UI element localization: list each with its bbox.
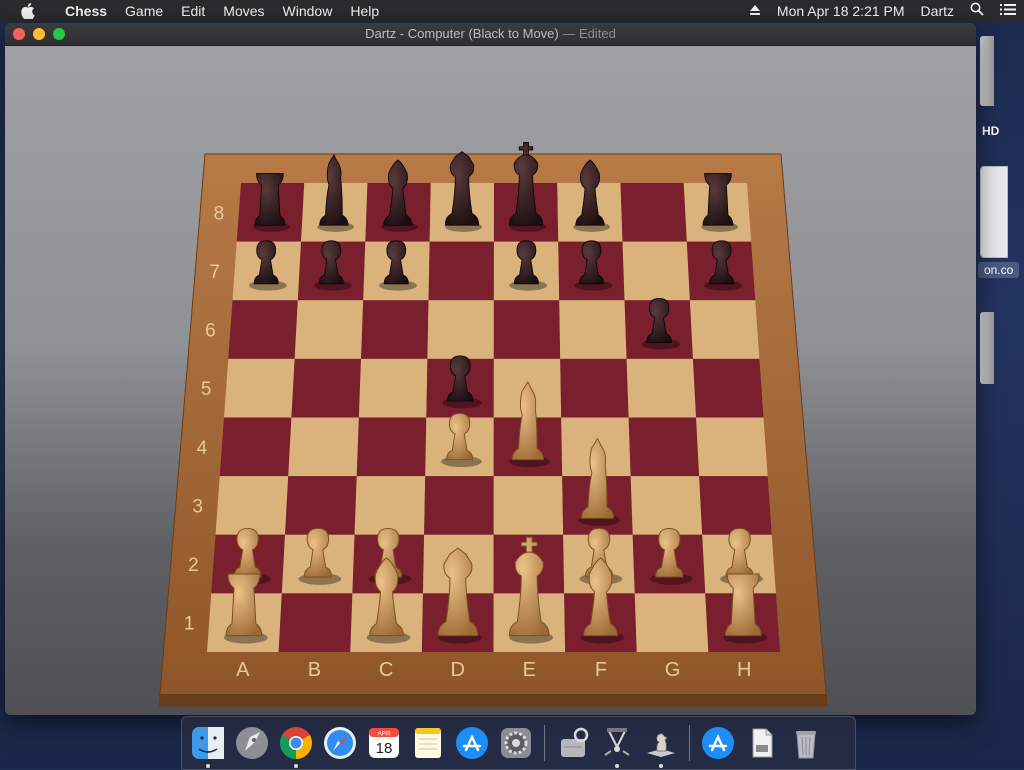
finder-icon[interactable] xyxy=(188,723,228,768)
file-label: D xyxy=(450,659,464,681)
notes-icon[interactable] xyxy=(408,723,448,763)
square-a5[interactable] xyxy=(224,358,295,418)
desktop-drive-label: HD xyxy=(982,124,1000,138)
chess-icon[interactable] xyxy=(641,723,681,768)
file-label: H xyxy=(737,659,751,681)
title-bar[interactable]: Dartz - Computer (Black to Move) — Edite… xyxy=(5,23,976,46)
square-g7[interactable] xyxy=(622,241,690,301)
menu-help[interactable]: Help xyxy=(341,0,388,22)
screenshot-icon[interactable] xyxy=(597,723,637,768)
square-d7[interactable] xyxy=(428,241,494,301)
file-label: E xyxy=(523,659,536,681)
rank-label: 3 xyxy=(192,496,203,517)
file-label: F xyxy=(595,659,607,681)
desktop-drive-icon[interactable] xyxy=(980,36,994,106)
square-h3[interactable] xyxy=(699,476,772,535)
square-b6[interactable] xyxy=(294,300,364,359)
calendar-month: APR xyxy=(377,731,391,738)
square-h6[interactable] xyxy=(689,300,760,359)
dock: APR 18 xyxy=(181,716,856,770)
dock-separator xyxy=(689,725,690,761)
square-a6[interactable] xyxy=(228,300,298,359)
running-indicator xyxy=(659,764,663,768)
rank-label: 8 xyxy=(214,203,225,224)
menu-window[interactable]: Window xyxy=(274,0,342,22)
square-b5[interactable] xyxy=(291,358,362,418)
eject-icon[interactable] xyxy=(741,0,769,22)
square-c6[interactable] xyxy=(361,300,429,359)
menu-user[interactable]: Dartz xyxy=(913,0,962,22)
trash-icon[interactable] xyxy=(786,723,826,763)
desktop-drive2-icon[interactable] xyxy=(980,312,994,384)
system-preferences-icon[interactable] xyxy=(496,723,536,763)
menu-bar: Chess Game Edit Moves Window Help Mon Ap… xyxy=(0,0,1024,22)
rank-label: 7 xyxy=(209,262,220,283)
running-indicator xyxy=(615,764,619,768)
rank-label: 5 xyxy=(201,379,212,400)
square-f6[interactable] xyxy=(559,300,627,359)
square-c3[interactable] xyxy=(354,476,426,535)
square-a3[interactable] xyxy=(215,476,289,535)
chess-board[interactable]: A B C D E F G H 1 2 3 4 5 6 7 8 xyxy=(5,46,976,715)
square-h5[interactable] xyxy=(692,358,764,418)
square-g5[interactable] xyxy=(626,358,697,418)
file-label: C xyxy=(379,659,393,681)
chrome-icon[interactable] xyxy=(276,723,316,768)
square-b3[interactable] xyxy=(285,476,357,535)
file-label: A xyxy=(236,659,250,681)
menu-moves[interactable]: Moves xyxy=(214,0,273,22)
rank-label: 2 xyxy=(188,555,199,576)
chess-window: Dartz - Computer (Black to Move) — Edite… xyxy=(5,23,976,715)
square-f5[interactable] xyxy=(560,358,629,418)
square-d3[interactable] xyxy=(424,476,494,535)
calendar-day: 18 xyxy=(376,740,393,757)
disk-utility-icon[interactable] xyxy=(553,723,593,763)
dock-separator xyxy=(544,725,545,761)
list-icon[interactable] xyxy=(992,0,1024,22)
square-b1[interactable] xyxy=(278,593,353,652)
square-d6[interactable] xyxy=(427,300,494,359)
desktop-file-label: on.co xyxy=(978,262,1020,278)
apple-icon[interactable] xyxy=(0,3,56,19)
square-g3[interactable] xyxy=(630,476,703,535)
square-g4[interactable] xyxy=(628,417,700,477)
document-icon[interactable] xyxy=(742,723,782,763)
running-indicator xyxy=(206,764,210,768)
window-title: Dartz - Computer (Black to Move) — Edite… xyxy=(5,23,976,45)
window-title-main: Dartz - Computer (Black to Move) xyxy=(365,26,559,41)
menu-game[interactable]: Game xyxy=(116,0,172,22)
desktop-file-icon[interactable] xyxy=(980,166,1008,258)
rank-label: 6 xyxy=(205,321,216,342)
square-a4[interactable] xyxy=(219,417,292,477)
launchpad-icon[interactable] xyxy=(232,723,272,763)
square-c5[interactable] xyxy=(358,358,428,418)
menu-edit[interactable]: Edit xyxy=(172,0,214,22)
rank-label: 4 xyxy=(197,438,208,459)
safari-icon[interactable] xyxy=(320,723,360,763)
board-scene: A B C D E F G H 1 2 3 4 5 6 7 8 xyxy=(5,46,976,715)
square-g8[interactable] xyxy=(620,183,687,242)
square-e3[interactable] xyxy=(493,476,564,535)
square-h4[interactable] xyxy=(696,417,768,477)
running-indicator xyxy=(294,764,298,768)
app-store-downloads-icon[interactable] xyxy=(698,723,738,763)
search-icon[interactable] xyxy=(962,0,992,22)
square-c4[interactable] xyxy=(356,417,427,477)
file-label: B xyxy=(308,659,321,681)
square-g1[interactable] xyxy=(634,593,709,652)
rank-label: 1 xyxy=(184,614,195,635)
square-e6[interactable] xyxy=(493,300,561,359)
square-b4[interactable] xyxy=(288,417,359,477)
app-store-icon[interactable] xyxy=(452,723,492,763)
window-title-edited: — Edited xyxy=(558,26,616,41)
menu-app-chess[interactable]: Chess xyxy=(56,0,116,22)
menu-clock[interactable]: Mon Apr 18 2:21 PM xyxy=(769,0,913,22)
file-label: G xyxy=(665,659,681,681)
calendar-icon[interactable]: APR 18 xyxy=(364,723,404,763)
